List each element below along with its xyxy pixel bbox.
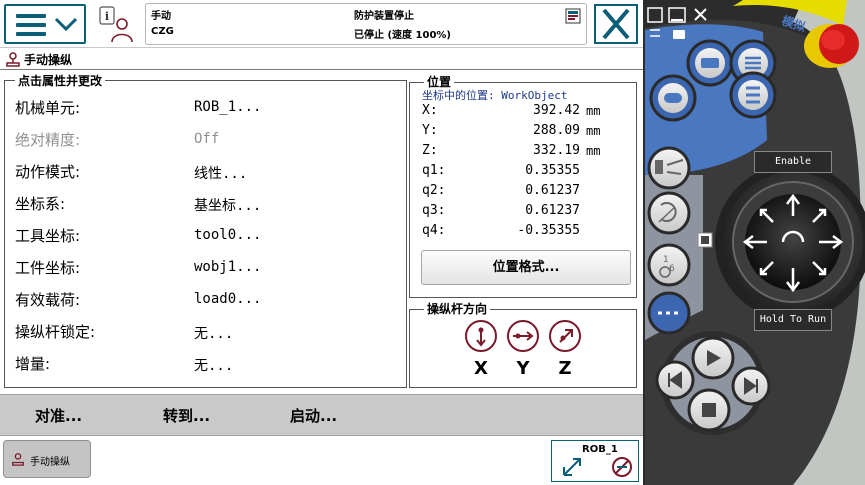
toggle-axis-key[interactable]: 1 6	[647, 243, 691, 287]
top-bar: i 手动 CZG 防护装置停止 已停止 (速度 100%)	[0, 0, 643, 48]
position-label: X:	[422, 103, 438, 118]
step-backward-key[interactable]	[655, 360, 695, 400]
svg-text:1: 1	[663, 255, 669, 265]
position-value: 392.42	[533, 103, 580, 118]
position-format-button[interactable]: 位置格式...	[421, 250, 631, 285]
increment-key[interactable]	[647, 291, 691, 335]
task-status-icon	[565, 8, 581, 24]
linear-motion-icon	[563, 458, 581, 476]
page-title: 手动操纵	[24, 53, 73, 67]
position-label: Z:	[422, 143, 438, 158]
axis-label-y: Y	[516, 358, 530, 379]
property-label: 增量:	[15, 355, 51, 373]
joystick-y-icon	[507, 320, 539, 352]
axis-label-x: X	[474, 358, 488, 379]
virtual-flexpendant: 模拟 1 6 Enable Hold To Run	[643, 0, 865, 485]
position-panel: 位置 坐标中的位置: WorkObject X: 392.42 mm Y: 28…	[409, 73, 637, 298]
property-value: ROB_1...	[194, 99, 262, 115]
task-bar: 手动操纵 ROB_1	[0, 437, 643, 485]
abb-menu-button[interactable]	[4, 4, 86, 44]
position-label: q3:	[422, 203, 446, 218]
increment-off-icon	[612, 457, 632, 477]
property-value: 基坐标...	[194, 198, 262, 214]
property-value: load0...	[194, 291, 262, 307]
goto-button[interactable]: 转到...	[163, 405, 210, 426]
property-label: 坐标系:	[15, 195, 66, 213]
position-unit: mm	[586, 144, 601, 158]
programmable-key-3[interactable]	[649, 74, 697, 122]
property-value: 无...	[194, 358, 234, 374]
position-label: Y:	[422, 123, 438, 138]
task-jogging-button[interactable]: 手动操纵	[3, 440, 91, 478]
properties-panel: 点击属性并更改 机械单元: ROB_1... 绝对精度: Off 动作模式: 线…	[4, 72, 407, 388]
position-value: 288.09	[533, 123, 580, 138]
jogging-icon	[6, 52, 20, 67]
joystick-z-icon	[549, 320, 581, 352]
position-frame-caption: 坐标中的位置: WorkObject	[422, 89, 568, 102]
position-value: 0.61237	[525, 203, 580, 218]
hold-to-run-button[interactable]: Hold To Run	[754, 309, 832, 331]
programmable-key-1[interactable]	[686, 39, 734, 87]
axis-label-z: Z	[558, 358, 572, 379]
hamburger-icon	[16, 14, 46, 36]
jogging-icon	[12, 453, 24, 466]
task-label: 手动操纵	[30, 457, 70, 468]
svg-text:i: i	[105, 10, 109, 23]
joystick-direction-panel: 操纵杆方向 X Y Z	[409, 300, 637, 388]
step-forward-key[interactable]	[731, 366, 771, 406]
position-value: -0.35355	[517, 223, 580, 238]
position-value: 332.19	[533, 143, 580, 158]
controller-name: CZG	[151, 26, 174, 37]
property-label: 动作模式:	[15, 163, 81, 181]
close-button[interactable]	[594, 4, 638, 44]
event-log-icon[interactable]: i	[95, 4, 137, 44]
programmable-key-4[interactable]	[729, 71, 777, 119]
property-value: wobj1...	[194, 259, 262, 275]
property-value: tool0...	[194, 227, 262, 243]
property-label: 绝对精度:	[15, 131, 81, 149]
position-label: q4:	[422, 223, 446, 238]
command-bar: 对准... 转到... 启动...	[0, 394, 643, 436]
close-icon	[602, 8, 630, 40]
view-title-bar: 手动操纵	[0, 48, 643, 70]
chevron-down-icon	[54, 17, 78, 32]
mech-unit-label: ROB_1	[582, 444, 618, 455]
property-label: 机械单元:	[15, 99, 81, 117]
property-value: Off	[194, 131, 220, 147]
position-value: 0.35355	[525, 163, 580, 178]
stop-program-key[interactable]	[687, 388, 731, 432]
quickset-mechanical-unit-button[interactable]: ROB_1	[551, 440, 639, 482]
controller-state: 防护装置停止	[354, 11, 414, 22]
position-label: q2:	[422, 183, 446, 198]
properties-legend: 点击属性并更改	[15, 72, 106, 89]
position-unit: mm	[586, 104, 601, 118]
property-label: 工具坐标:	[15, 227, 81, 245]
enable-button[interactable]: Enable	[754, 151, 832, 173]
property-label: 有效载荷:	[15, 291, 81, 309]
status-bar[interactable]: 手动 CZG 防护装置停止 已停止 (速度 100%)	[145, 3, 587, 45]
start-button[interactable]: 启动...	[290, 405, 337, 426]
property-label: 工件坐标:	[15, 259, 81, 277]
joystick-direction-legend: 操纵杆方向	[424, 300, 491, 317]
position-label: q1:	[422, 163, 446, 178]
restore-window-icon	[647, 7, 663, 23]
mechanical-unit-select-key[interactable]	[647, 146, 691, 190]
start-program-key[interactable]	[691, 336, 735, 380]
align-button[interactable]: 对准...	[35, 405, 82, 426]
position-unit: mm	[586, 124, 601, 138]
toggle-motion-mode-key[interactable]	[647, 191, 691, 235]
operating-mode: 手动	[151, 11, 171, 22]
property-label: 操纵杆锁定:	[15, 323, 96, 341]
program-state: 已停止 (速度 100%)	[354, 30, 451, 41]
flexpendant-body: 模拟 1 6	[643, 0, 865, 485]
joystick-x-icon	[465, 320, 497, 352]
property-value: 线性...	[194, 166, 248, 182]
property-value: 无...	[194, 326, 234, 342]
position-value: 0.61237	[525, 183, 580, 198]
